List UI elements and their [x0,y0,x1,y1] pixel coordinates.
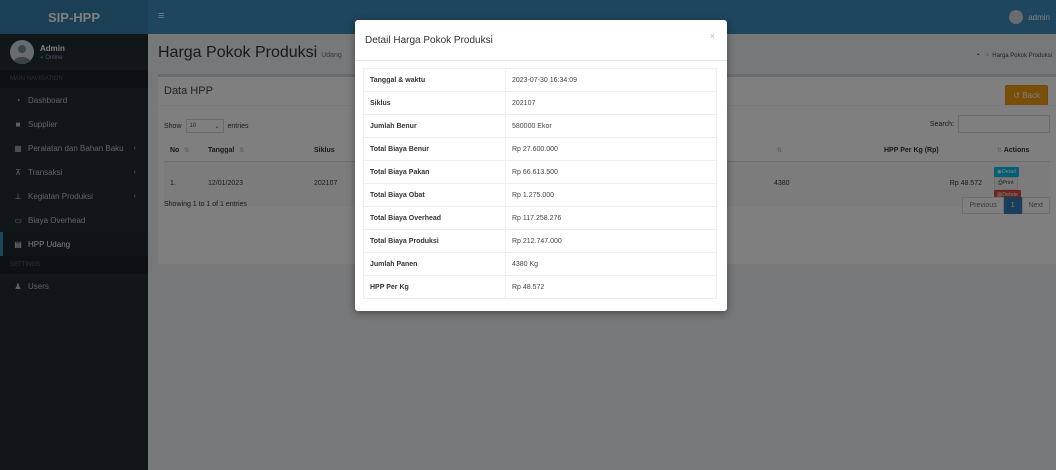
detail-row: Total Biaya Pakan Rp 66.613.500 [363,160,717,184]
detail-value: Rp 212.747.000 [505,229,717,253]
detail-label: Total Biaya Overhead [363,206,506,230]
detail-row: Jumlah Benur 580000 Ekor [363,114,717,138]
detail-label: HPP Per Kg [363,275,506,299]
detail-row: Total Biaya Obat Rp 1.275.000 [363,183,717,207]
detail-label: Total Biaya Produksi [363,229,506,253]
detail-row: Jumlah Panen 4380 Kg [363,252,717,276]
modal-title: Detail Harga Pokok Produksi [365,35,493,46]
detail-label: Jumlah Benur [363,114,506,138]
detail-label: Jumlah Panen [363,252,506,276]
detail-value: 202107 [505,91,717,115]
detail-row: Tanggal & waktu 2023-07-30 16:34:09 [363,68,717,92]
detail-table: Tanggal & waktu 2023-07-30 16:34:09 Siklu… [363,68,717,299]
detail-row: Total Biaya Produksi Rp 212.747.000 [363,229,717,253]
detail-label: Tanggal & waktu [363,68,506,92]
detail-value: Rp 1.275.000 [505,183,717,207]
detail-value: 580000 Ekor [505,114,717,138]
detail-value: Rp 27.600.000 [505,137,717,161]
detail-value: Rp 117.258.276 [505,206,717,230]
detail-row: Total Biaya Benur Rp 27.600.000 [363,137,717,161]
divider [355,60,727,61]
close-icon[interactable]: × [710,31,715,41]
detail-value: Rp 66.613.500 [505,160,717,184]
detail-value: 2023-07-30 16:34:09 [505,68,717,92]
detail-row: Total Biaya Overhead Rp 117.258.276 [363,206,717,230]
detail-value: Rp 48.572 [505,275,717,299]
detail-row: Siklus 202107 [363,91,717,115]
detail-value: 4380 Kg [505,252,717,276]
detail-label: Total Biaya Benur [363,137,506,161]
detail-row: HPP Per Kg Rp 48.572 [363,275,717,299]
detail-modal: Detail Harga Pokok Produksi × Tanggal & … [355,20,727,311]
detail-label: Total Biaya Pakan [363,160,506,184]
detail-label: Siklus [363,91,506,115]
detail-label: Total Biaya Obat [363,183,506,207]
